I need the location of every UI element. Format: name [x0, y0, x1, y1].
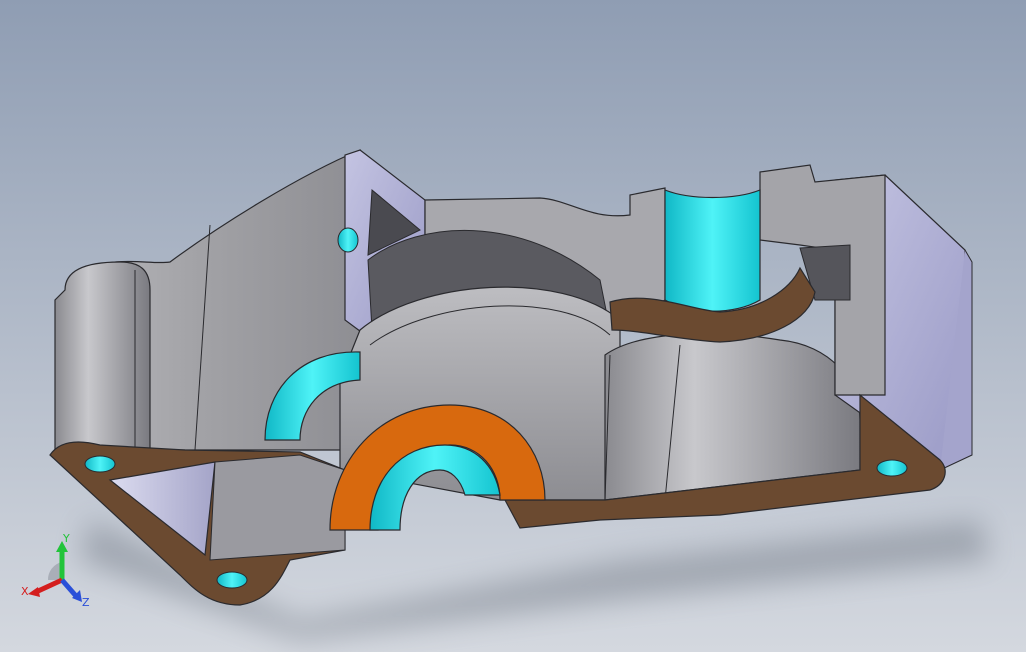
x-axis-label: X — [21, 585, 29, 598]
model-scene[interactable] — [0, 0, 1026, 652]
y-axis-label: Y — [62, 532, 70, 545]
coordinate-triad: Y X Z — [21, 532, 90, 609]
bolt-hole-bottom — [216, 571, 248, 589]
bolt-hole-left — [84, 455, 116, 473]
small-bore-hole — [337, 227, 359, 253]
z-axis-label: Z — [82, 596, 90, 609]
vertical-cyan-bore — [664, 189, 761, 312]
left-cylinder-boss — [54, 261, 151, 456]
x-arrowhead — [28, 587, 40, 597]
flange-front-face — [209, 454, 346, 561]
graphics-viewport[interactable]: Y X Z — [0, 0, 1026, 652]
x-axis-arrow — [34, 577, 64, 595]
bolt-hole-right — [876, 459, 908, 477]
z-axis-arrow — [60, 578, 78, 598]
